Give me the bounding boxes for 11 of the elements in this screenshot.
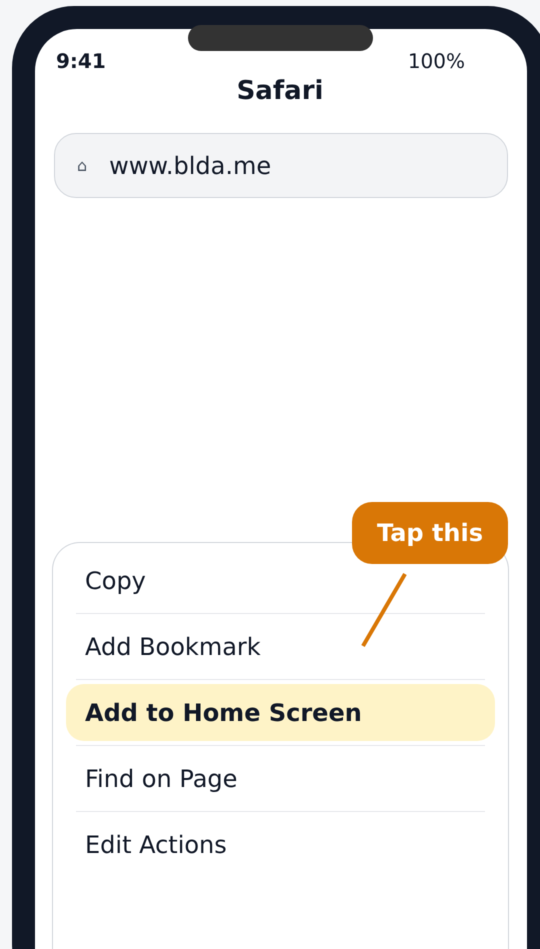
callout-label: Tap this <box>352 502 508 564</box>
status-time: 9:41 <box>56 49 106 73</box>
battery-level: 100% <box>408 49 465 73</box>
menu-item[interactable]: Add Bookmark <box>66 618 495 675</box>
address-field[interactable]: ⌂ www.blda.me <box>54 133 508 198</box>
highlighted-menu-item[interactable]: Add to Home Screen <box>66 684 495 741</box>
home-icon: ⌂ <box>77 156 88 175</box>
menu-item[interactable]: Edit Actions <box>66 816 495 873</box>
page-title: Safari <box>236 77 324 105</box>
url-text: www.blda.me <box>109 152 272 180</box>
menu-item[interactable]: Find on Page <box>66 750 495 807</box>
